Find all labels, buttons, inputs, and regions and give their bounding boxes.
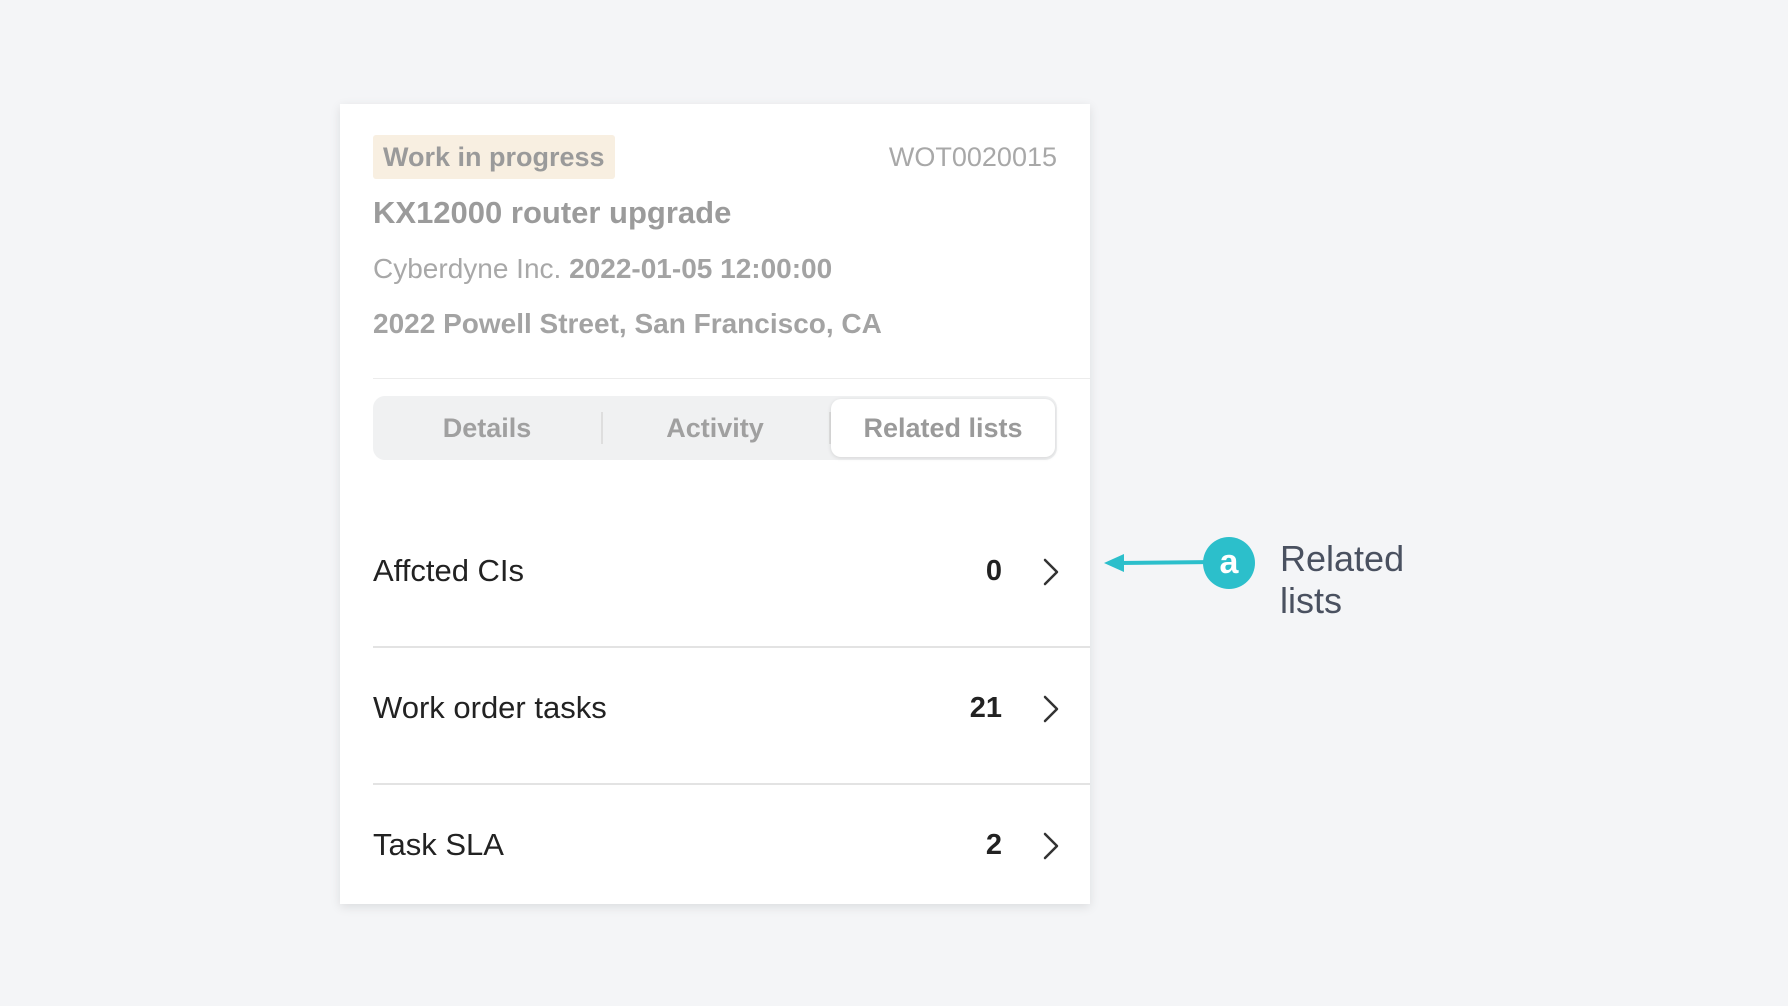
list-item-count: 21 — [969, 692, 1002, 724]
work-order-card: Work in progress WOT0020015 KX12000 rout… — [340, 104, 1090, 904]
callout-label: Related lists — [1280, 538, 1404, 622]
tab-related-lists[interactable]: Related lists — [831, 399, 1055, 457]
list-item-label: Task SLA — [373, 827, 504, 862]
list-item-count: 0 — [985, 555, 1002, 587]
callout-label-line: lists — [1280, 580, 1342, 621]
status-badge: Work in progress — [373, 135, 615, 179]
tab-activity[interactable]: Activity — [602, 396, 828, 460]
work-order-address: 2022 Powell Street, San Francisco, CA — [373, 308, 882, 339]
list-item-count: 2 — [985, 829, 1002, 861]
work-order-title: KX12000 router upgrade — [373, 195, 732, 230]
chevron-right-icon — [1043, 832, 1059, 860]
list-item-task-sla[interactable]: Task SLA 2 — [373, 785, 1090, 904]
segmented-tabs: Details Activity Related lists — [373, 396, 1057, 460]
chevron-right-icon — [1043, 695, 1059, 723]
list-item-affected-cis[interactable]: Affcted CIs 0 — [373, 511, 1090, 648]
company-datetime-line: Cyberdyne Inc. 2022-01-05 12:00:00 — [373, 253, 832, 285]
chevron-right-icon — [1043, 558, 1059, 586]
header-divider — [373, 378, 1090, 379]
list-item-work-order-tasks[interactable]: Work order tasks 21 — [373, 648, 1090, 785]
company-name: Cyberdyne Inc. — [373, 253, 562, 284]
related-lists: Affcted CIs 0 Work order tasks 21 Task S… — [373, 511, 1090, 904]
list-item-label: Affcted CIs — [373, 553, 525, 588]
tab-details[interactable]: Details — [373, 396, 601, 460]
callout-label-line: Related — [1280, 538, 1405, 579]
callout-marker: a — [1203, 537, 1255, 589]
work-order-number: WOT0020015 — [888, 142, 1057, 172]
list-item-label: Work order tasks — [373, 690, 607, 725]
scheduled-datetime: 2022-01-05 12:00:00 — [569, 253, 833, 284]
